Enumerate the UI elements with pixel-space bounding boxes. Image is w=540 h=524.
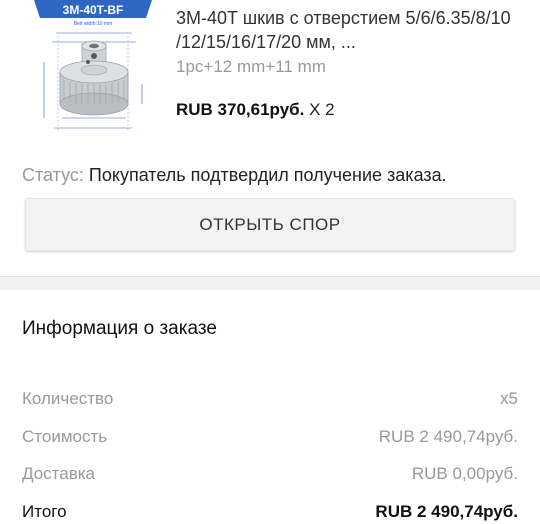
product-thumbnail[interactable]: 3M-40T-BF Belt width:10 mm bbox=[24, 0, 162, 138]
row-value: x5 bbox=[500, 389, 518, 408]
product-image-sublabel: Belt width:10 mm bbox=[74, 21, 112, 27]
row-label: Количество bbox=[22, 389, 114, 408]
quantity-row: Количество x5 bbox=[22, 389, 518, 409]
row-value: RUB 2 490,74руб. bbox=[378, 427, 518, 446]
section-divider bbox=[0, 276, 540, 290]
product-quantity: X 2 bbox=[309, 100, 335, 119]
open-dispute-button[interactable]: ОТКРЫТЬ СПОР bbox=[25, 198, 515, 251]
row-value: RUB 0,00руб. bbox=[411, 464, 518, 483]
shipping-row: Доставка RUB 0,00руб. bbox=[22, 464, 518, 484]
order-info-title: Информация о заказе bbox=[22, 318, 217, 339]
order-status: Статус: Покупатель подтвердил получение … bbox=[22, 165, 447, 186]
row-label: Итого bbox=[22, 502, 67, 521]
price-line: RUB 370,61руб. X 2 bbox=[176, 100, 335, 120]
product-price: RUB 370,61руб. bbox=[176, 100, 305, 119]
product-title[interactable]: 3M-40T шкив с отверстием 5/6/6.35/8/10 /… bbox=[176, 6, 526, 54]
row-label: Стоимость bbox=[22, 427, 108, 446]
product-card[interactable]: 3M-40T-BF Belt width:10 mm 3M-40T шкив с… bbox=[0, 0, 540, 276]
total-row: Итого RUB 2 490,74руб. bbox=[22, 502, 518, 522]
cost-row: Стоимость RUB 2 490,74руб. bbox=[22, 427, 518, 447]
row-label: Доставка bbox=[22, 464, 96, 483]
status-label: Статус: bbox=[22, 165, 84, 185]
status-value: Покупатель подтвердил получение заказа. bbox=[88, 165, 447, 185]
order-info-section: Информация о заказе Количество x5 Стоимо… bbox=[0, 290, 540, 524]
row-value: RUB 2 490,74руб. bbox=[375, 502, 518, 521]
product-variant: 1pc+12 mm+11 mm bbox=[176, 57, 326, 76]
product-image-label: 3M-40T-BF bbox=[63, 3, 124, 17]
